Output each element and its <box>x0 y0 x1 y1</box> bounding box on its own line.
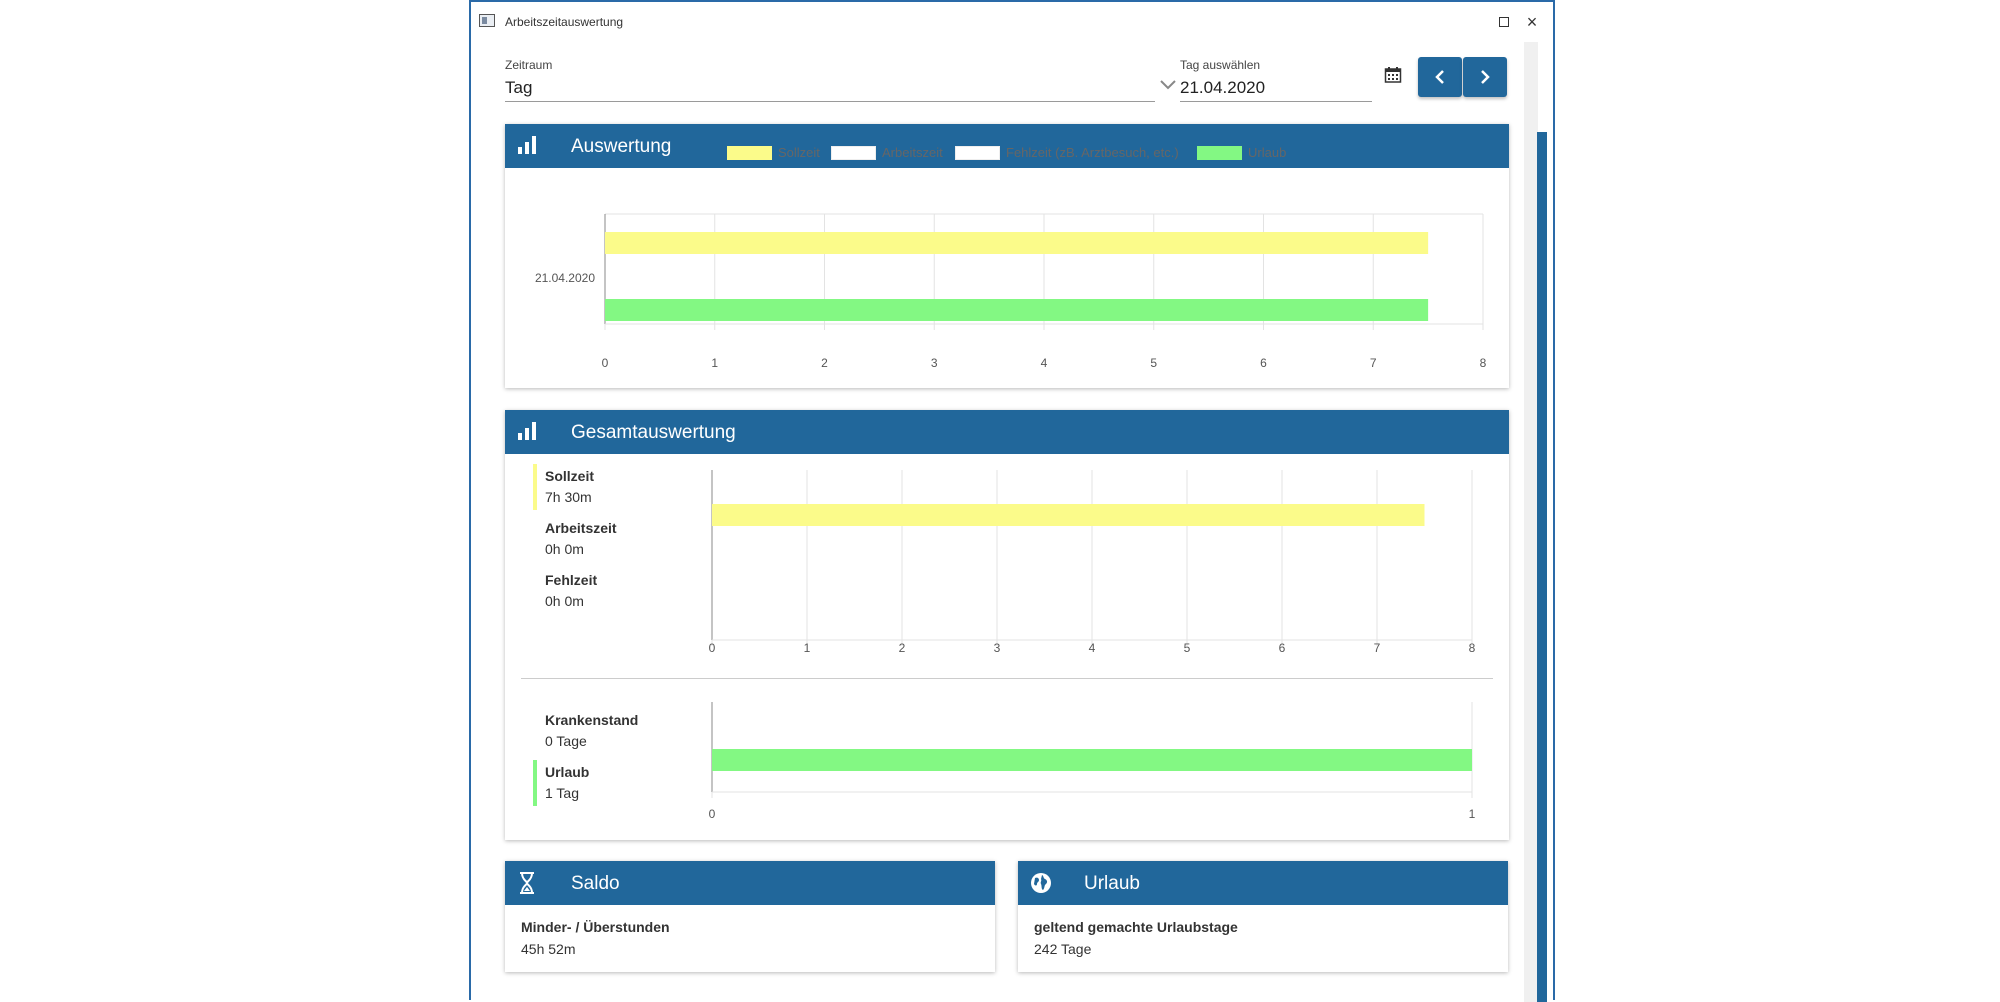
x-tick-label: 1 <box>804 641 811 655</box>
y-category-label: 21.04.2020 <box>535 271 595 285</box>
calendar-icon[interactable] <box>1384 66 1406 88</box>
urlaub-title: Urlaub <box>1084 873 1140 894</box>
title-bar: Arbeitszeitauswertung × <box>471 2 1553 42</box>
bar-sollzeit <box>712 504 1425 526</box>
scrollbar-track[interactable] <box>1524 42 1538 1002</box>
x-tick-label: 0 <box>709 641 716 655</box>
x-tick-label: 6 <box>1260 356 1267 370</box>
bar-sollzeit <box>605 232 1429 254</box>
bar-urlaub <box>605 299 1429 321</box>
globe-icon <box>1031 873 1051 893</box>
x-tick-label: 5 <box>1150 356 1157 370</box>
urlaub-card: Urlaub geltend gemachte Urlaubstage 242 … <box>1018 861 1508 972</box>
auswertung-chart-svg: 0 1 2 3 4 5 6 7 8 21.04.2020 <box>535 213 1487 370</box>
x-tick-label: 0 <box>602 356 609 370</box>
bar-urlaub <box>712 749 1472 771</box>
x-tick-label: 7 <box>1374 641 1381 655</box>
x-tick-label: 5 <box>1184 641 1191 655</box>
app-window: Arbeitszeitauswertung × Zeitraum Tag Tag… <box>469 0 1555 1002</box>
x-tick-label: 4 <box>1041 356 1048 370</box>
chevron-down-icon[interactable] <box>1159 79 1177 97</box>
zeitraum-select[interactable]: Zeitraum Tag <box>505 58 1155 102</box>
x-tick-label: 3 <box>931 356 938 370</box>
hourglass-icon <box>520 872 534 894</box>
x-tick-label: 1 <box>711 356 718 370</box>
saldo-value: 45h 52m <box>521 941 576 957</box>
chevron-left-icon <box>1435 70 1444 84</box>
x-tick-label: 1 <box>1469 807 1476 821</box>
previous-day-button[interactable] <box>1418 57 1462 97</box>
window-title: Arbeitszeitauswertung <box>505 15 624 29</box>
zeitraum-value[interactable]: Tag <box>505 78 1155 102</box>
close-button[interactable]: × <box>1520 10 1544 34</box>
saldo-title: Saldo <box>571 873 620 894</box>
zeitraum-label: Zeitraum <box>505 58 553 72</box>
saldo-body: Minder- / Überstunden 45h 52m <box>521 919 670 957</box>
urlaub-header: Urlaub <box>1018 861 1508 905</box>
urlaub-value: 242 Tage <box>1034 941 1092 957</box>
saldo-card: Saldo Minder- / Überstunden 45h 52m <box>505 861 995 972</box>
next-day-button[interactable] <box>1463 57 1507 97</box>
scrollbar-thumb[interactable] <box>1537 132 1547 1002</box>
x-tick-label: 2 <box>821 356 828 370</box>
urlaub-label: geltend gemachte Urlaubstage <box>1034 919 1238 935</box>
app-icon <box>479 14 495 27</box>
auswertung-card: Auswertung Sollzeit Arbeitszeit Fehlzeit… <box>505 124 1509 388</box>
urlaub-body: geltend gemachte Urlaubstage 242 Tage <box>1034 919 1238 957</box>
x-tick-label: 7 <box>1370 356 1377 370</box>
saldo-label: Minder- / Überstunden <box>521 919 670 935</box>
saldo-header: Saldo <box>505 861 995 905</box>
gesamtauswertung-hours-chart: 0 1 2 3 4 5 6 7 8 0 1 <box>709 470 1476 821</box>
date-value[interactable]: 21.04.2020 <box>1180 78 1372 102</box>
x-tick-label: 4 <box>1089 641 1096 655</box>
x-tick-label: 8 <box>1469 641 1476 655</box>
x-tick-label: 2 <box>899 641 906 655</box>
maximize-icon <box>1499 17 1509 28</box>
date-picker-field[interactable]: Tag auswählen 21.04.2020 <box>1180 58 1372 102</box>
maximize-button[interactable] <box>1492 10 1516 34</box>
chevron-right-icon <box>1481 70 1490 84</box>
x-tick-label: 3 <box>994 641 1001 655</box>
x-tick-label: 8 <box>1480 356 1487 370</box>
x-tick-label: 6 <box>1279 641 1286 655</box>
x-tick-label: 0 <box>709 807 716 821</box>
gesamtauswertung-card: Gesamtauswertung Sollzeit 7h 30m Arbeits… <box>505 410 1509 840</box>
date-picker-label: Tag auswählen <box>1180 58 1261 72</box>
